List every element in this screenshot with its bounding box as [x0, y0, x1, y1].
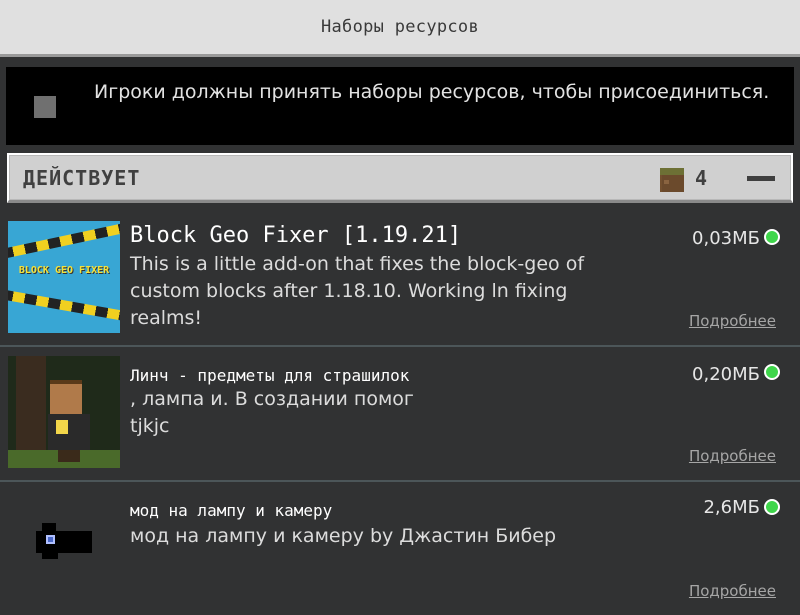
pack-size: 0,03МБ [692, 228, 760, 249]
details-link[interactable]: Подробнее [689, 582, 776, 600]
pack-size: 0,20МБ [692, 364, 760, 385]
accept-packs-checkbox[interactable] [34, 96, 56, 118]
pack-size: 2,6МБ [703, 497, 760, 518]
pack-description: This is a little add-on that fixes the b… [130, 253, 585, 329]
camera-lens [46, 535, 55, 544]
top-bar: Наборы ресурсов [0, 0, 800, 57]
grass-block-icon [660, 168, 684, 192]
status-dot-icon [764, 229, 780, 245]
pack-name: мод на лампу и камеру [130, 501, 333, 520]
page-title: Наборы ресурсов [320, 17, 480, 37]
pack-name: Линч - предметы для страшилок [130, 366, 410, 385]
collapse-button[interactable] [743, 163, 779, 193]
minus-icon [747, 175, 775, 181]
status-dot-icon [764, 499, 780, 515]
section-title: ДЕЙСТВУЕТ [23, 166, 141, 190]
character-body [48, 414, 90, 450]
active-section-header[interactable]: ДЕЙСТВУЕТ 4 [7, 153, 793, 203]
pack-item[interactable]: мод на лампу и камеру мод на лампу и кам… [0, 483, 800, 615]
thumb-logo-text: BLOCK GEO FIXER [18, 265, 110, 276]
stripe-decoration [8, 287, 120, 325]
pack-thumbnail: BLOCK GEO FIXER [8, 221, 120, 333]
pack-description: , лампа и. В создании помог tjkjc [130, 388, 414, 437]
pack-count: 4 [695, 166, 708, 190]
notice-panel: Игроки должны принять наборы ресурсов, ч… [6, 67, 794, 145]
pack-item[interactable]: BLOCK GEO FIXER Block Geo Fixer [1.19.21… [0, 215, 800, 345]
camera-bottom [42, 551, 58, 559]
divider [0, 480, 800, 482]
pack-item[interactable]: Линч - предметы для страшилок , лампа и.… [0, 348, 800, 478]
status-dot-icon [764, 364, 780, 380]
pack-thumbnail [8, 356, 120, 468]
details-link[interactable]: Подробнее [689, 312, 776, 330]
character-leg [58, 450, 80, 462]
pack-name: Block Geo Fixer [1.19.21] [130, 223, 462, 248]
lamp-icon [56, 420, 68, 434]
character-head [50, 384, 82, 414]
details-link[interactable]: Подробнее [689, 447, 776, 465]
pack-thumbnail [8, 485, 120, 597]
pack-description: мод на лампу и камеру by Джастин Бибер [130, 525, 557, 547]
divider [0, 345, 800, 347]
camera-icon [36, 531, 92, 553]
notice-text: Игроки должны принять наборы ресурсов, ч… [94, 81, 770, 103]
stripe-decoration [8, 221, 120, 262]
